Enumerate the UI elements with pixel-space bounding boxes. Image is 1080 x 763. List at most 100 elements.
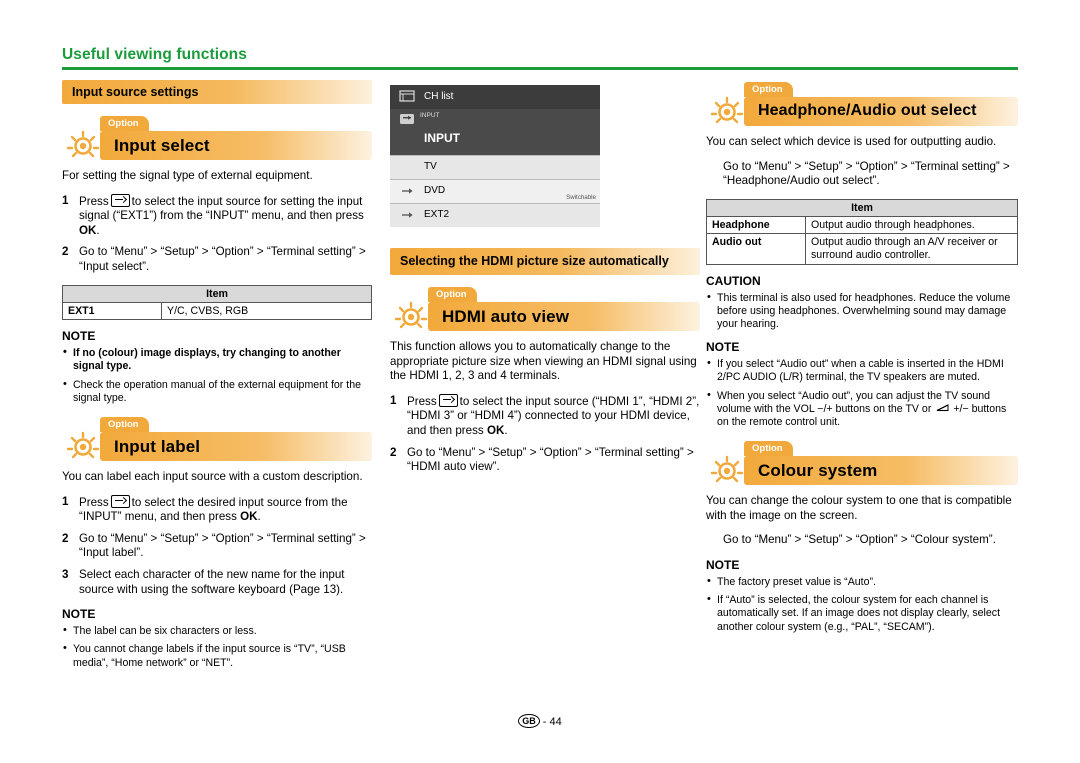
input-select-steps: 1 Press to select the input source for set…: [62, 193, 372, 275]
option-sun-icon: [66, 431, 100, 459]
step-item: 1 Press to select the input source for set…: [62, 193, 372, 239]
note-bullet: If “Auto” is selected, the colour system…: [706, 593, 1018, 634]
option-tab-label: Option: [744, 82, 793, 97]
step-number: 2: [62, 245, 69, 259]
note-bullet: When you select “Audio out”, you can adj…: [706, 389, 1018, 430]
step-item: 1 Press to select the input source (“HDMI …: [390, 393, 700, 439]
step-item: 1 Press to select the desired input source…: [62, 494, 372, 525]
option-title: Colour system: [758, 461, 878, 481]
option-heading-hdmi-auto-view: Option HDMI auto view: [390, 287, 700, 331]
input-label-steps: 1 Press to select the desired input source…: [62, 494, 372, 598]
ch-list-icon: [399, 90, 415, 102]
step-text-before: Press: [79, 194, 109, 208]
step-number: 1: [62, 193, 69, 207]
step-bold-end: OK: [79, 223, 97, 237]
option-tab-label: Option: [100, 116, 149, 131]
table-cell-key: Headphone: [706, 215, 806, 235]
step-item: 2 Go to “Menu” > “Setup” > “Option” > “Te…: [62, 245, 372, 274]
table-header-item: Item: [62, 284, 372, 303]
table-header-row: Item: [706, 198, 1018, 217]
column-right: Option Headphone/Audio out select You ca…: [706, 80, 1018, 639]
input-label-intro: You can label each input source with a c…: [62, 469, 363, 483]
option-title: Headphone/Audio out select: [758, 102, 977, 119]
input-key-icon: [438, 393, 458, 407]
footer-separator: -: [542, 716, 547, 728]
table-cell-value: Y/C, CVBS, RGB: [161, 301, 372, 321]
option-title: Input select: [114, 136, 210, 155]
table-cell-value: Output audio through headphones.: [805, 215, 1018, 235]
option-heading-input-label: Option Input label: [62, 416, 372, 461]
note-title: NOTE: [706, 340, 740, 355]
osd-list-item[interactable]: EXT2: [390, 203, 600, 227]
note-title: NOTE: [62, 607, 96, 622]
headphone-intro: You can select which device is used for …: [706, 135, 997, 148]
option-heading-input-select: Option Input select: [62, 116, 372, 160]
step-number: 1: [390, 393, 397, 407]
step-tail: .: [257, 510, 261, 524]
page-number: 44: [549, 716, 562, 728]
step-tail: .: [504, 423, 508, 437]
input-select-intro: For setting the signal type of external …: [62, 169, 313, 182]
osd-input-title: INPUT: [424, 131, 460, 145]
table-row: EXT1 Y/C, CVBS, RGB: [62, 301, 372, 321]
section-heading-input-source-settings: Input source settings: [62, 80, 372, 104]
osd-ch-list-label: CH list: [424, 91, 454, 102]
caution-bullet: This terminal is also used for headphone…: [706, 291, 1018, 332]
note-bullet: The factory preset value is “Auto”.: [706, 575, 1018, 589]
option-sun-icon: [710, 96, 744, 124]
step-text: Go to “Menu” > “Setup” > “Option” > “Ter…: [79, 245, 366, 273]
osd-item-label: DVD: [424, 185, 446, 196]
option-tab-label: Option: [428, 287, 477, 302]
column-middle: Selecting the HDMI picture size automati…: [390, 248, 700, 485]
input-select-table: Item EXT1 Y/C, CVBS, RGB: [62, 284, 372, 321]
table-row: Headphone Output audio through headphone…: [706, 215, 1018, 235]
page-header: Useful viewing functions: [62, 46, 1018, 70]
header-rule: [62, 67, 1018, 70]
step-text-before: Press: [407, 394, 437, 408]
column-left: Input source settings Option Input selec…: [62, 80, 372, 675]
table-row: Audio out Output audio through an A/V re…: [706, 233, 1018, 265]
step-item: 2 Go to “Menu” > “Setup” > “Option” > “Te…: [62, 532, 372, 561]
option-sun-icon: [710, 455, 744, 483]
input-key-icon: [110, 193, 130, 207]
page-footer: GB - 44: [0, 714, 1080, 728]
step-number: 3: [62, 567, 69, 581]
note-bullet: You cannot change labels if the input so…: [62, 642, 372, 669]
step-text: Select each character of the new name fo…: [79, 567, 345, 596]
table-header-row: Item: [62, 284, 372, 303]
hdmi-auto-view-intro: This function allows you to automaticall…: [390, 340, 697, 383]
option-heading-colour-system: Option Colour system: [706, 441, 1018, 486]
osd-ch-list-bar: CH list: [390, 85, 600, 109]
step-number: 1: [62, 494, 69, 508]
input-icon: [400, 114, 414, 124]
dvd-icon: [402, 188, 413, 194]
volume-key-icon: [937, 403, 949, 411]
note-bullet: If no (colour) image displays, try chang…: [62, 346, 372, 373]
step-number: 2: [390, 445, 397, 459]
option-sun-icon: [66, 130, 100, 158]
option-heading-headphone-audio-out: Option Headphone/Audio out select: [706, 82, 1018, 126]
note-title: NOTE: [62, 329, 96, 344]
hdmi-auto-view-steps: 1 Press to select the input source (“HDMI …: [390, 393, 700, 475]
table-cell-value: Output audio through an A/V receiver or …: [805, 233, 1018, 265]
caution-title: CAUTION: [706, 273, 761, 288]
osd-item-sub: Switchable: [566, 194, 596, 201]
table-cell-key: Audio out: [706, 233, 806, 265]
option-sun-icon: [394, 301, 428, 329]
ext2-icon: [402, 212, 413, 218]
headphone-table: Item Headphone Output audio through head…: [706, 198, 1018, 265]
tv-osd-screenshot: CH list INPUT INPUT TV DVD Switchable EX…: [390, 85, 600, 227]
option-tab-label: Option: [100, 416, 149, 432]
step-item: 2 Go to “Menu” > “Setup” > “Option” > “Te…: [390, 446, 700, 475]
table-header-item: Item: [706, 198, 1018, 217]
step-text-before: Press: [79, 495, 109, 509]
document-page: Useful viewing functions Input source se…: [0, 0, 1080, 763]
region-mark: GB: [518, 714, 540, 728]
osd-list-item[interactable]: DVD Switchable: [390, 179, 600, 203]
osd-list-item[interactable]: TV: [390, 155, 600, 179]
step-item: 3 Select each character of the new name f…: [62, 568, 372, 597]
osd-input-tab-label: INPUT: [420, 112, 440, 119]
step-text: Go to “Menu” > “Setup” > “Option” > “Ter…: [407, 445, 694, 474]
step-tail: .: [96, 223, 100, 237]
osd-item-label: EXT2: [424, 209, 450, 220]
